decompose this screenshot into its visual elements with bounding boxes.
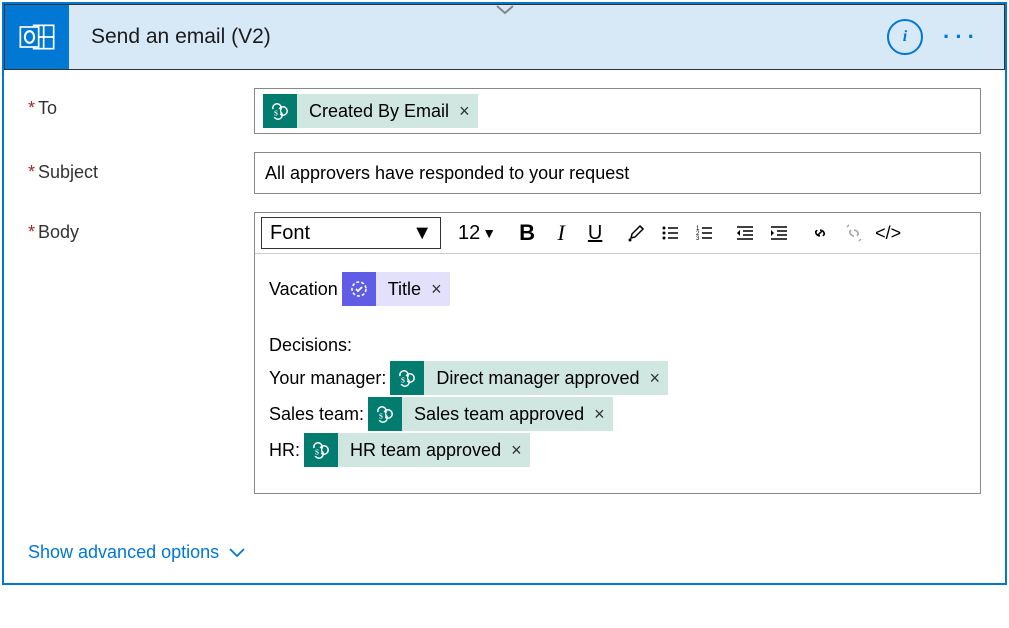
- to-input[interactable]: S Created By Email ×: [254, 88, 981, 134]
- token-sales-approved[interactable]: S Sales team approved ×: [368, 397, 613, 431]
- unlink-button[interactable]: [840, 219, 868, 247]
- chevron-down-icon: [229, 542, 245, 563]
- number-list-button[interactable]: 123: [690, 219, 718, 247]
- sharepoint-icon: S: [368, 397, 402, 431]
- outdent-button[interactable]: [731, 219, 759, 247]
- bullet-list-button[interactable]: [656, 219, 684, 247]
- token-remove-icon[interactable]: ×: [594, 405, 605, 423]
- token-label: HR team approved: [338, 437, 511, 464]
- token-label: Sales team approved: [402, 401, 594, 428]
- menu-button[interactable]: ···: [943, 24, 980, 50]
- sharepoint-icon: S: [263, 94, 297, 128]
- body-text: Decisions:: [269, 332, 352, 359]
- body-text: HR:: [269, 437, 300, 464]
- body-label: *Body: [28, 212, 254, 243]
- sharepoint-icon: S: [304, 433, 338, 467]
- subject-label: *Subject: [28, 152, 254, 183]
- info-button[interactable]: i: [887, 19, 923, 55]
- show-advanced-options[interactable]: Show advanced options: [28, 542, 245, 563]
- color-picker-button[interactable]: [622, 219, 650, 247]
- svg-text:S: S: [274, 110, 278, 118]
- italic-button[interactable]: I: [547, 219, 575, 247]
- collapse-chevron-icon[interactable]: [496, 2, 514, 18]
- link-button[interactable]: [806, 219, 834, 247]
- body-text: Your manager:: [269, 365, 386, 392]
- rte-toolbar: Font ▼ 12▼ B I U: [255, 213, 980, 254]
- svg-text:S: S: [401, 377, 405, 385]
- to-label: *To: [28, 88, 254, 119]
- token-title[interactable]: Title ×: [342, 272, 450, 306]
- header-actions: i ···: [887, 19, 1004, 55]
- font-select[interactable]: Font ▼: [261, 217, 441, 249]
- svg-text:S: S: [379, 413, 383, 421]
- body-text: Vacation: [269, 276, 338, 303]
- token-remove-icon[interactable]: ×: [459, 102, 470, 120]
- code-view-button[interactable]: </>: [874, 219, 902, 247]
- token-manager-approved[interactable]: S Direct manager approved ×: [390, 361, 668, 395]
- body-content[interactable]: Vacation Title × Decisions:: [255, 254, 980, 493]
- token-label: Created By Email: [297, 101, 459, 122]
- action-card: Send an email (V2) i ··· *To S Created B…: [2, 2, 1007, 585]
- indent-button[interactable]: [765, 219, 793, 247]
- token-remove-icon[interactable]: ×: [650, 369, 661, 387]
- sharepoint-icon: S: [390, 361, 424, 395]
- subject-input[interactable]: [263, 159, 972, 188]
- svg-text:S: S: [315, 449, 319, 457]
- outlook-icon: [5, 5, 69, 69]
- body-row: *Body Font ▼ 12▼ B I: [28, 212, 981, 494]
- token-remove-icon[interactable]: ×: [511, 441, 522, 459]
- body-text: Sales team:: [269, 401, 364, 428]
- to-row: *To S Created By Email ×: [28, 88, 981, 134]
- card-body: *To S Created By Email × *Subject: [4, 70, 1005, 583]
- token-hr-approved[interactable]: S HR team approved ×: [304, 433, 530, 467]
- token-label: Title: [376, 276, 431, 303]
- subject-input-box[interactable]: [254, 152, 981, 194]
- token-remove-icon[interactable]: ×: [431, 280, 442, 298]
- token-label: Direct manager approved: [424, 365, 649, 392]
- token-created-by-email[interactable]: S Created By Email ×: [263, 94, 478, 128]
- svg-text:3: 3: [696, 236, 700, 242]
- font-size-select[interactable]: 12▼: [454, 222, 500, 245]
- body-editor: Font ▼ 12▼ B I U: [254, 212, 981, 494]
- approvals-icon: [342, 272, 376, 306]
- subject-row: *Subject: [28, 152, 981, 194]
- bold-button[interactable]: B: [513, 219, 541, 247]
- card-title: Send an email (V2): [69, 25, 887, 49]
- underline-button[interactable]: U: [581, 219, 609, 247]
